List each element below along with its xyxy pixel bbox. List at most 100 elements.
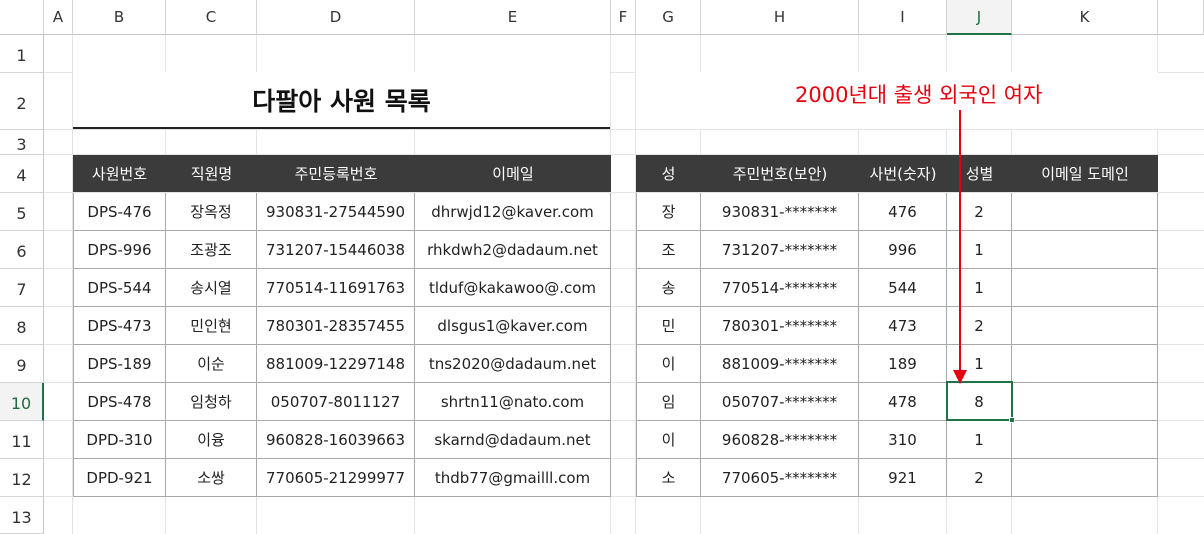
column-header-i[interactable]: I bbox=[859, 0, 947, 35]
right-table-cell[interactable]: 478 bbox=[859, 383, 947, 421]
row-header-11[interactable]: 11 bbox=[0, 421, 44, 459]
row-header-10[interactable]: 10 bbox=[0, 383, 44, 421]
column-header-c[interactable]: C bbox=[166, 0, 257, 35]
left-table-cell[interactable]: DPS-478 bbox=[73, 383, 166, 421]
left-table-cell[interactable]: 770514-11691763 bbox=[257, 269, 415, 307]
right-table-cell[interactable]: 881009-******* bbox=[701, 345, 859, 383]
column-header-f[interactable]: F bbox=[611, 0, 636, 35]
right-table-header: 성 bbox=[636, 155, 701, 192]
column-header-b[interactable]: B bbox=[73, 0, 166, 35]
column-header-a[interactable]: A bbox=[44, 0, 73, 35]
left-table-cell[interactable]: DPS-189 bbox=[73, 345, 166, 383]
right-table-cell[interactable]: 임 bbox=[636, 383, 701, 421]
right-table-cell[interactable]: 조 bbox=[636, 231, 701, 269]
right-table-cell[interactable]: 930831-******* bbox=[701, 193, 859, 231]
right-table-cell[interactable]: 장 bbox=[636, 193, 701, 231]
row-header-2[interactable]: 2 bbox=[0, 73, 44, 130]
right-table-cell[interactable]: 731207-******* bbox=[701, 231, 859, 269]
column-header-j[interactable]: J bbox=[947, 0, 1012, 35]
row-header-3[interactable]: 3 bbox=[0, 130, 44, 155]
column-header-d[interactable]: D bbox=[257, 0, 415, 35]
right-table-cell[interactable]: 996 bbox=[859, 231, 947, 269]
row-header-4[interactable]: 4 bbox=[0, 155, 44, 193]
left-table-header: 주민등록번호 bbox=[257, 155, 415, 192]
right-table-cell[interactable] bbox=[1012, 459, 1158, 497]
left-table-cell[interactable]: 조광조 bbox=[166, 231, 257, 269]
right-table-cell[interactable]: 이 bbox=[636, 345, 701, 383]
right-table-cell[interactable] bbox=[1012, 231, 1158, 269]
right-table-cell[interactable]: 민 bbox=[636, 307, 701, 345]
grid-hline bbox=[44, 129, 1204, 130]
right-table-cell[interactable]: 921 bbox=[859, 459, 947, 497]
left-table-cell[interactable]: thdb77@gmailll.com bbox=[415, 459, 611, 497]
column-header-e[interactable]: E bbox=[415, 0, 611, 35]
left-table-cell[interactable]: DPD-310 bbox=[73, 421, 166, 459]
left-table-cell[interactable]: tns2020@dadaum.net bbox=[415, 345, 611, 383]
left-table-cell[interactable]: shrtn11@nato.com bbox=[415, 383, 611, 421]
right-table-cell[interactable]: 476 bbox=[859, 193, 947, 231]
left-table-cell[interactable]: DPS-476 bbox=[73, 193, 166, 231]
row-header-5[interactable]: 5 bbox=[0, 193, 44, 231]
right-table-cell[interactable]: 770514-******* bbox=[701, 269, 859, 307]
right-table-cell[interactable]: 송 bbox=[636, 269, 701, 307]
right-table-cell[interactable]: 1 bbox=[947, 421, 1012, 459]
right-table-cell[interactable]: 소 bbox=[636, 459, 701, 497]
left-table-cell[interactable]: DPS-544 bbox=[73, 269, 166, 307]
left-table-cell[interactable]: 770605-21299977 bbox=[257, 459, 415, 497]
right-table-cell[interactable]: 960828-******* bbox=[701, 421, 859, 459]
left-table-cell[interactable]: 780301-28357455 bbox=[257, 307, 415, 345]
right-table-cell[interactable] bbox=[1012, 193, 1158, 231]
left-table-cell[interactable]: rhkdwh2@dadaum.net bbox=[415, 231, 611, 269]
right-table-cell[interactable] bbox=[1012, 307, 1158, 345]
row-header-8[interactable]: 8 bbox=[0, 307, 44, 345]
left-table-cell[interactable]: 임청하 bbox=[166, 383, 257, 421]
left-table-cell[interactable]: tlduf@kakawoo@.com bbox=[415, 269, 611, 307]
left-table-cell[interactable]: 송시열 bbox=[166, 269, 257, 307]
column-header-blank bbox=[1158, 0, 1204, 35]
left-table-cell[interactable]: 소쌍 bbox=[166, 459, 257, 497]
right-table-header: 이메일 도메인 bbox=[1012, 155, 1158, 192]
left-table-cell[interactable]: skarnd@dadaum.net bbox=[415, 421, 611, 459]
right-table-cell[interactable]: 310 bbox=[859, 421, 947, 459]
row-header-1[interactable]: 1 bbox=[0, 35, 44, 73]
title-underline bbox=[73, 127, 610, 129]
left-table-cell[interactable]: DPS-996 bbox=[73, 231, 166, 269]
fill-handle[interactable] bbox=[1009, 417, 1015, 423]
right-table-cell[interactable]: 780301-******* bbox=[701, 307, 859, 345]
right-table-cell[interactable]: 이 bbox=[636, 421, 701, 459]
left-table-cell[interactable]: 731207-15446038 bbox=[257, 231, 415, 269]
right-table-cell[interactable]: 473 bbox=[859, 307, 947, 345]
row-header-13[interactable]: 13 bbox=[0, 497, 44, 534]
left-table-cell[interactable]: 050707-8011127 bbox=[257, 383, 415, 421]
column-header-g[interactable]: G bbox=[636, 0, 701, 35]
left-table-cell[interactable]: dhrwjd12@kaver.com bbox=[415, 193, 611, 231]
right-table-cell[interactable] bbox=[1012, 421, 1158, 459]
select-all-corner[interactable] bbox=[0, 0, 44, 35]
left-table-cell[interactable]: 민인현 bbox=[166, 307, 257, 345]
right-table-header: 주민번호(보안) bbox=[701, 155, 859, 192]
column-header-k[interactable]: K bbox=[1012, 0, 1158, 35]
left-table-header: 이메일 bbox=[415, 155, 611, 192]
row-header-12[interactable]: 12 bbox=[0, 459, 44, 497]
right-table-cell[interactable]: 189 bbox=[859, 345, 947, 383]
right-table-cell[interactable] bbox=[1012, 269, 1158, 307]
left-table-cell[interactable]: 이융 bbox=[166, 421, 257, 459]
right-table-cell[interactable]: 544 bbox=[859, 269, 947, 307]
left-table-cell[interactable]: DPD-921 bbox=[73, 459, 166, 497]
right-table-cell[interactable]: 770605-******* bbox=[701, 459, 859, 497]
left-table-cell[interactable]: 960828-16039663 bbox=[257, 421, 415, 459]
left-table-cell[interactable]: DPS-473 bbox=[73, 307, 166, 345]
row-header-9[interactable]: 9 bbox=[0, 345, 44, 383]
right-table-cell[interactable]: 050707-******* bbox=[701, 383, 859, 421]
left-table-cell[interactable]: 장옥정 bbox=[166, 193, 257, 231]
right-table-cell[interactable] bbox=[1012, 383, 1158, 421]
left-table-cell[interactable]: 881009-12297148 bbox=[257, 345, 415, 383]
right-table-cell[interactable]: 2 bbox=[947, 459, 1012, 497]
left-table-cell[interactable]: dlsgus1@kaver.com bbox=[415, 307, 611, 345]
right-table-cell[interactable] bbox=[1012, 345, 1158, 383]
left-table-cell[interactable]: 이순 bbox=[166, 345, 257, 383]
left-table-cell[interactable]: 930831-27544590 bbox=[257, 193, 415, 231]
column-header-h[interactable]: H bbox=[701, 0, 859, 35]
row-header-6[interactable]: 6 bbox=[0, 231, 44, 269]
row-header-7[interactable]: 7 bbox=[0, 269, 44, 307]
